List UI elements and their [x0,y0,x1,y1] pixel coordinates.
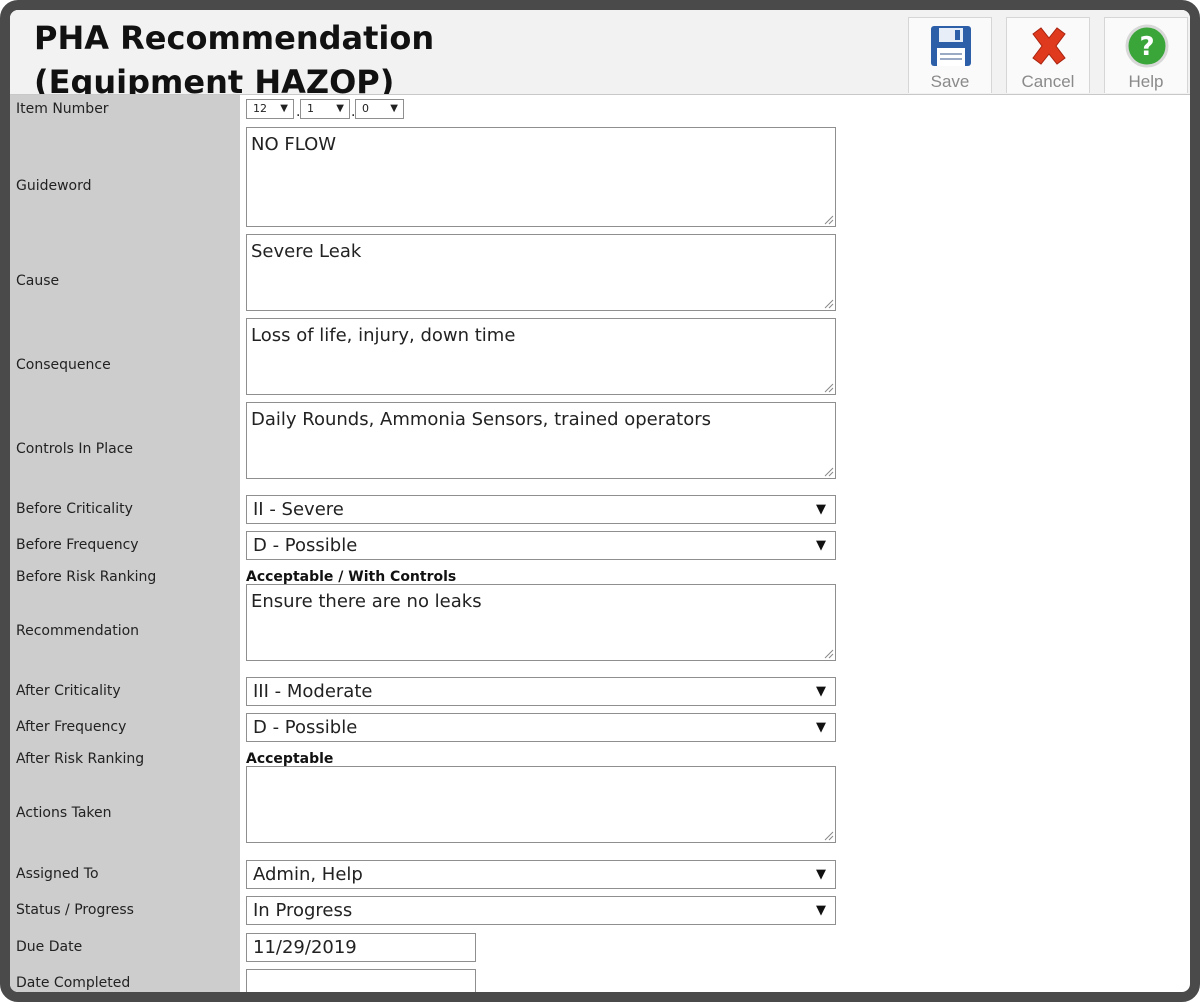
after-criticality-label: After Criticality [16,683,121,699]
resize-grip-icon[interactable] [822,213,834,225]
chevron-down-icon: ▼ [816,502,826,517]
status-select[interactable]: In Progress ▼ [246,896,836,925]
page-title-line-2: (Equipment HAZOP) [34,63,395,95]
item-number-sub-select[interactable]: 0 ▼ [355,99,404,119]
date-completed-input[interactable] [246,969,476,992]
help-icon: ? [1125,24,1169,68]
page-title: PHA Recommendation (Equipment HAZOP) [34,16,594,95]
consequence-textarea[interactable]: Loss of life, injury, down time [246,318,836,395]
chevron-down-icon: ▼ [390,103,398,114]
after-frequency-select[interactable]: D - Possible ▼ [246,713,836,742]
after-criticality-value: III - Moderate [253,681,373,702]
resize-grip-icon[interactable] [822,647,834,659]
cause-label: Cause [16,273,60,289]
item-number-major-select[interactable]: 12 ▼ [246,99,294,119]
consequence-value: Loss of life, injury, down time [251,325,516,346]
controls-value: Daily Rounds, Ammonia Sensors, trained o… [251,409,712,430]
status-label: Status / Progress [16,902,134,918]
help-label: Help [1128,72,1164,91]
before-criticality-label: Before Criticality [16,501,133,517]
cancel-icon [1032,27,1066,65]
resize-grip-icon[interactable] [822,465,834,477]
item-number-minor-select[interactable]: 1 ▼ [300,99,350,119]
recommendation-label: Recommendation [16,623,140,639]
recommendation-textarea[interactable]: Ensure there are no leaks [246,584,836,661]
actions-taken-label: Actions Taken [16,805,112,821]
consequence-label: Consequence [16,357,111,373]
chevron-down-icon: ▼ [336,103,344,114]
chevron-down-icon: ▼ [816,684,826,699]
before-frequency-value: D - Possible [253,535,358,556]
save-button[interactable]: Save [908,17,992,93]
cancel-button[interactable]: Cancel [1006,17,1090,93]
resize-grip-icon[interactable] [822,297,834,309]
after-frequency-value: D - Possible [253,717,358,738]
page-title-line-1: PHA Recommendation [34,19,435,57]
assigned-to-label: Assigned To [16,866,99,882]
item-number-sub-value: 0 [362,102,369,115]
svg-text:?: ? [1139,32,1154,62]
assigned-to-select[interactable]: Admin, Help ▼ [246,860,836,889]
cause-value: Severe Leak [251,241,362,262]
before-criticality-value: II - Severe [253,499,344,520]
date-completed-label: Date Completed [16,975,131,991]
after-frequency-label: After Frequency [16,719,127,735]
guideword-textarea[interactable]: NO FLOW [246,127,836,227]
item-number-minor-value: 1 [307,102,314,115]
cancel-label: Cancel [1021,72,1075,91]
save-label: Save [930,72,970,91]
controls-textarea[interactable]: Daily Rounds, Ammonia Sensors, trained o… [246,402,836,479]
guideword-label: Guideword [16,178,92,194]
resize-grip-icon[interactable] [822,829,834,841]
page-header: PHA Recommendation (Equipment HAZOP) Sav… [10,10,1190,95]
chevron-down-icon: ▼ [816,867,826,882]
before-frequency-label: Before Frequency [16,537,139,553]
controls-label: Controls In Place [16,441,134,457]
status-value: In Progress [253,900,353,921]
guideword-value: NO FLOW [251,134,337,155]
due-date-value: 11/29/2019 [253,937,357,958]
save-icon [931,26,971,66]
actions-taken-textarea[interactable] [246,766,836,843]
before-frequency-select[interactable]: D - Possible ▼ [246,531,836,560]
recommendation-form: Item Number 12 ▼ . 1 ▼ . 0 ▼ Guideword N… [10,95,1190,992]
before-risk-value: Acceptable / With Controls [246,569,457,585]
recommendation-value: Ensure there are no leaks [251,591,482,612]
due-date-label: Due Date [16,939,83,955]
assigned-to-value: Admin, Help [253,864,363,885]
after-risk-label: After Risk Ranking [16,751,145,767]
before-risk-label: Before Risk Ranking [16,569,157,585]
due-date-input[interactable]: 11/29/2019 [246,933,476,962]
resize-grip-icon[interactable] [822,381,834,393]
help-button[interactable]: ? Help [1104,17,1188,93]
after-criticality-select[interactable]: III - Moderate ▼ [246,677,836,706]
before-criticality-select[interactable]: II - Severe ▼ [246,495,836,524]
chevron-down-icon: ▼ [280,103,288,114]
item-number-label: Item Number [16,101,109,117]
chevron-down-icon: ▼ [816,720,826,735]
chevron-down-icon: ▼ [816,903,826,918]
app-window: PHA Recommendation (Equipment HAZOP) Sav… [0,0,1200,1002]
chevron-down-icon: ▼ [816,538,826,553]
after-risk-value: Acceptable [246,751,334,767]
cause-textarea[interactable]: Severe Leak [246,234,836,311]
item-number-major-value: 12 [253,102,267,115]
